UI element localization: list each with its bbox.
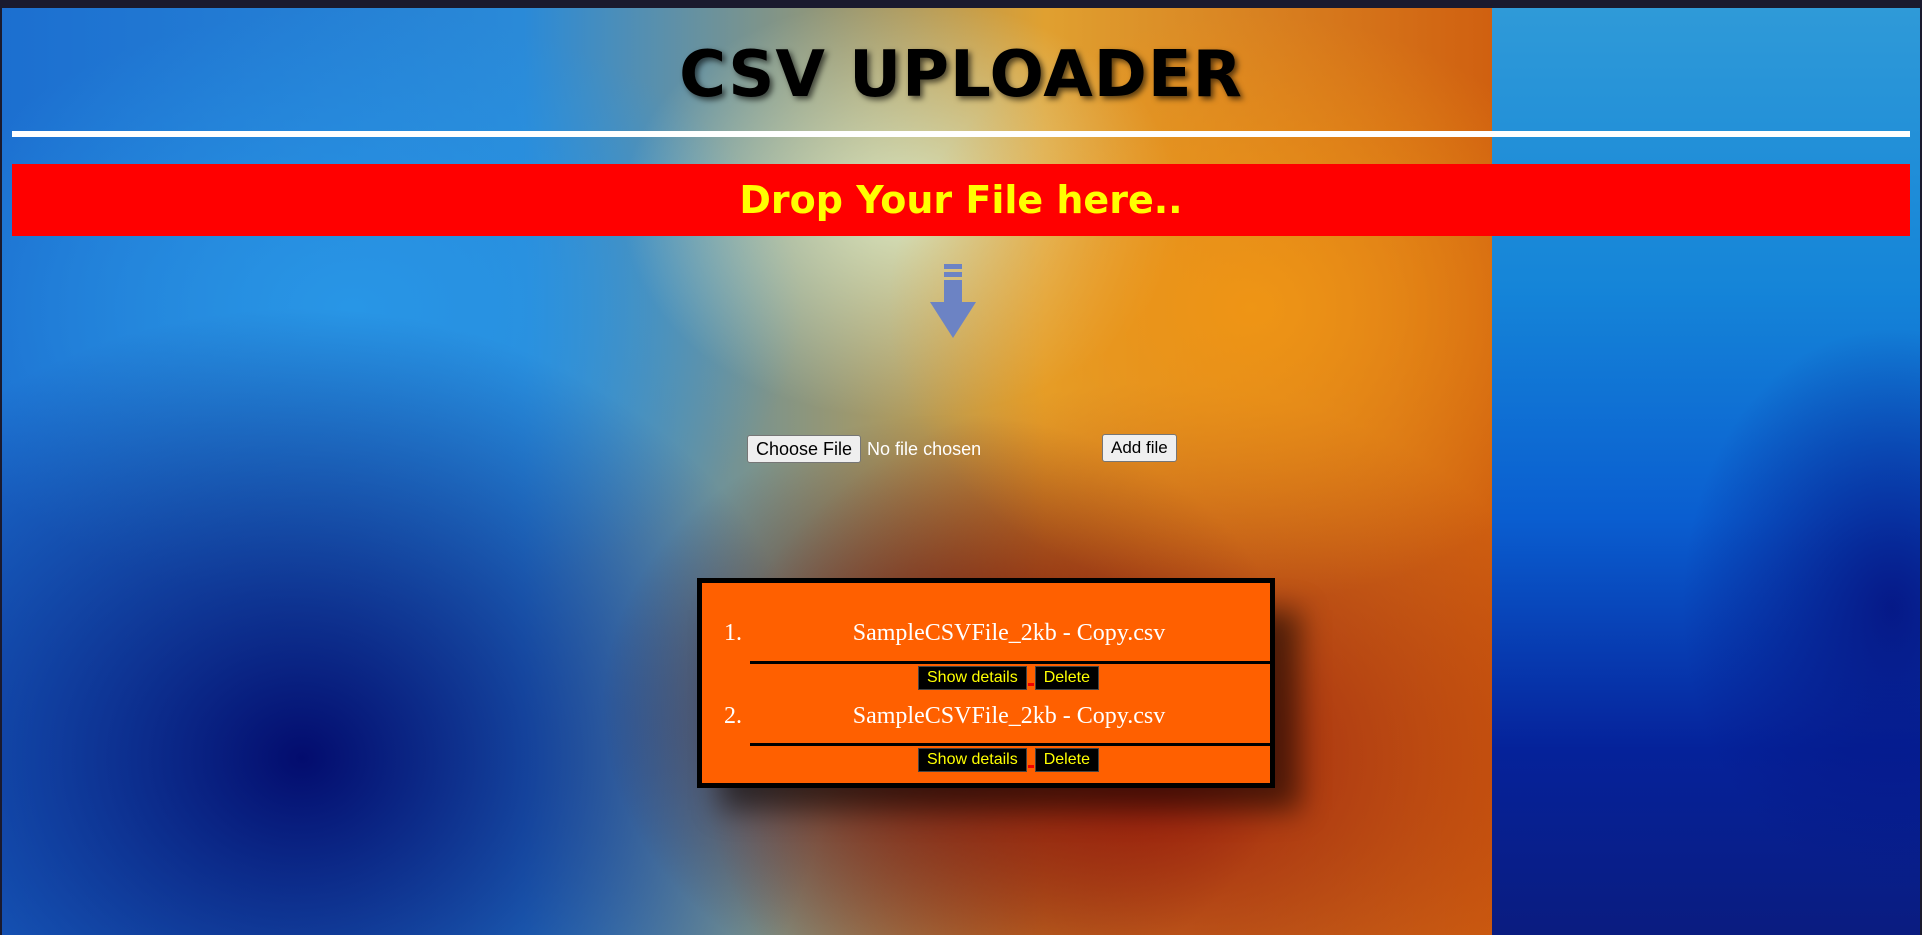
- file-list-panel: 1. SampleCSVFile_2kb - Copy.csv Show det…: [697, 578, 1275, 788]
- file-item-actions: Show details Delete: [918, 666, 1099, 690]
- choose-file-button[interactable]: Choose File: [747, 435, 862, 463]
- add-file-button[interactable]: Add file: [1102, 434, 1177, 462]
- title-divider: [12, 131, 1910, 137]
- file-item-name: SampleCSVFile_2kb - Copy.csv: [852, 703, 1166, 729]
- file-item-name: SampleCSVFile_2kb - Copy.csv: [852, 620, 1166, 646]
- arrow-down-icon: [930, 264, 976, 338]
- delete-button[interactable]: Delete: [1034, 666, 1099, 690]
- show-details-button[interactable]: Show details: [918, 666, 1027, 690]
- background-right-panel: [1492, 8, 1920, 935]
- file-status-text: No file chosen: [867, 438, 982, 459]
- show-details-button[interactable]: Show details: [918, 748, 1027, 772]
- file-item-actions: Show details Delete: [918, 748, 1099, 772]
- action-separator: [1027, 683, 1034, 686]
- file-item-divider: [750, 743, 1270, 746]
- drop-zone-banner[interactable]: Drop Your File here..: [12, 164, 1910, 236]
- drop-zone-label: Drop Your File here..: [739, 178, 1183, 222]
- file-item-number: 1.: [724, 620, 742, 646]
- page-title: CSV UPLOADER: [679, 38, 1243, 112]
- file-item-divider: [750, 661, 1270, 664]
- action-separator: [1027, 765, 1034, 768]
- delete-button[interactable]: Delete: [1034, 748, 1099, 772]
- file-picker[interactable]: Choose File No file chosen: [747, 434, 981, 464]
- file-item-number: 2.: [724, 703, 742, 729]
